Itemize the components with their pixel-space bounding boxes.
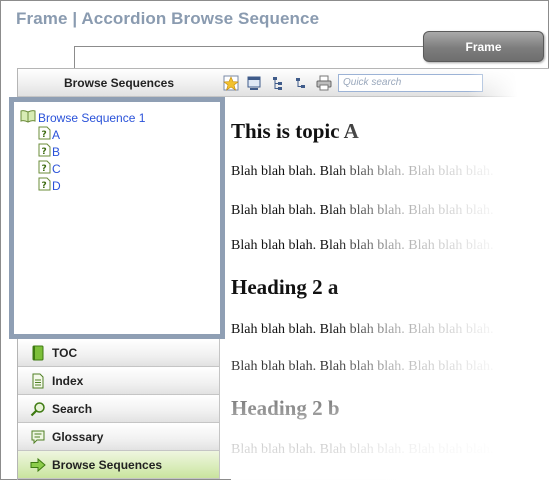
svg-text:?: ? [42,164,47,174]
tree-item-label: D [52,178,61,193]
help-system-window: Browse Sequences Quick search Browse Seq… [9,68,549,480]
toolbar-fade [468,69,549,97]
paragraph: Blah blah blah. Blah blah blah. Blah bla… [231,164,494,179]
expand-all-icon[interactable] [270,75,286,91]
toolbar: Browse Sequences Quick search [18,69,549,97]
print-icon[interactable] [316,75,332,91]
accordion-tab-search[interactable]: Search [18,395,220,423]
tree-item-label: A [52,127,61,142]
callout-line-horizontal [74,46,424,47]
accordion-tab-toc[interactable]: TOC [18,339,220,367]
paragraph: Blah blah blah. Blah blah blah. Blah bla… [231,238,494,253]
document-title: Frame | Accordion Browse Sequence [16,9,320,28]
index-icon [30,373,46,389]
quick-search-input[interactable]: Quick search [338,74,483,92]
accordion-tab-label: Search [52,401,93,416]
browse-sequence-tree: Browse Sequence 1 ? A ? B ? C ? D [20,109,145,194]
svg-text:?: ? [42,147,47,157]
collapse-all-icon[interactable] [293,75,309,91]
paragraph: Blah blah blah. Blah blah blah. Blah bla… [231,442,494,457]
arrow-right-icon [30,457,46,473]
accordion-tab-index[interactable]: Index [18,367,220,395]
magnifier-icon [30,401,46,417]
accordion-tab-glossary[interactable]: Glossary [18,423,220,451]
topic-content: This is topic A Blah blah blah. Blah bla… [231,97,549,480]
topic-icon: ? [38,126,51,143]
tree-item-b[interactable]: ? B [20,143,145,160]
tree-root-label: Browse Sequence 1 [38,110,146,125]
search-placeholder: Quick search [343,77,402,88]
tree-item-d[interactable]: ? D [20,177,145,194]
highlight-icon[interactable] [223,75,239,91]
paragraph: Blah blah blah. Blah blah blah. Blah bla… [231,203,494,218]
topic-icon: ? [38,160,51,177]
accordion-tab-label: Glossary [52,429,104,444]
open-book-icon [20,109,36,126]
print-topic-icon[interactable] [246,75,262,91]
glossary-icon [30,429,46,445]
topic-heading: This is topic A [231,119,359,143]
accordion-tab-label: TOC [52,345,78,360]
tree-root-item[interactable]: Browse Sequence 1 [20,109,145,126]
topic-icon: ? [38,177,51,194]
content-fade-right [331,97,549,480]
svg-text:?: ? [42,130,47,140]
topic-icon: ? [38,143,51,160]
frame-callout-badge: Frame [423,31,544,62]
book-icon [30,345,46,361]
svg-text:?: ? [42,181,47,191]
paragraph: Blah blah blah. Blah blah blah. Blah bla… [231,359,494,374]
accordion-tab-label: Browse Sequences [52,457,163,472]
accordion-tab-label: Index [52,373,84,388]
accordion-nav: TOC Index Search Glossary Browse Sequenc… [18,339,220,479]
subheading: Heading 2 a [231,275,339,299]
toolbar-title: Browse Sequences [63,76,175,90]
tree-item-label: C [52,161,61,176]
accordion-tab-browse-sequences[interactable]: Browse Sequences [18,451,220,479]
paragraph: Blah blah blah. Blah blah blah. Blah bla… [231,322,494,337]
tree-item-label: B [52,144,61,159]
tree-item-a[interactable]: ? A [20,126,145,143]
browse-sequence-frame: Browse Sequence 1 ? A ? B ? C ? D [9,97,225,339]
tree-item-c[interactable]: ? C [20,160,145,177]
subheading: Heading 2 b [231,396,340,420]
